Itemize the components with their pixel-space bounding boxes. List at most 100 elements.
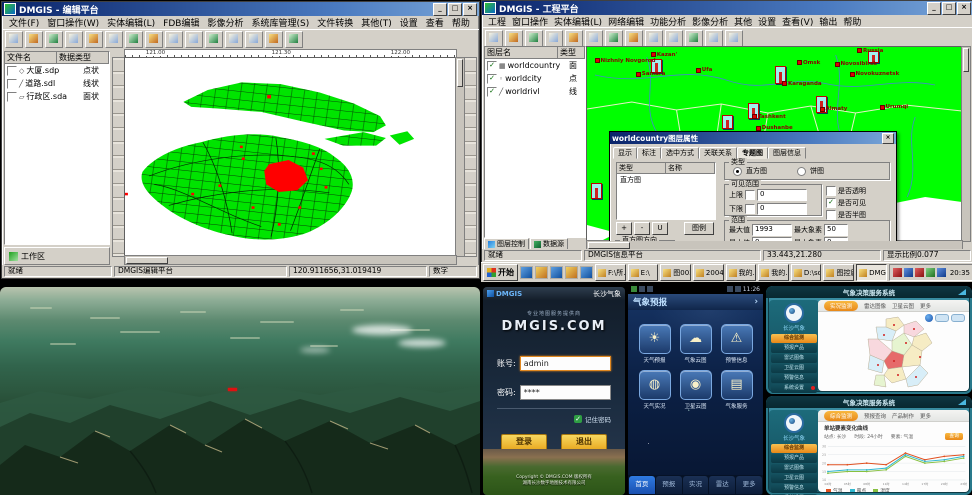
menu-item[interactable]: 帮助 bbox=[840, 15, 864, 27]
content-tab[interactable]: 更多 bbox=[920, 302, 931, 310]
paste-icon[interactable] bbox=[125, 31, 143, 48]
info-icon[interactable] bbox=[645, 30, 663, 47]
save-icon[interactable] bbox=[45, 31, 63, 48]
lower-checkbox[interactable] bbox=[745, 204, 755, 214]
sidebar-item[interactable]: 系统设置 bbox=[771, 384, 817, 393]
tab-layer-info[interactable]: 图层信息 bbox=[768, 147, 806, 159]
account-input[interactable]: admin bbox=[520, 356, 611, 371]
measure-icon[interactable] bbox=[665, 30, 683, 47]
menu-item[interactable]: 网络编辑 bbox=[605, 15, 647, 27]
right-tool-strip[interactable] bbox=[463, 57, 477, 257]
menu-item[interactable]: 文件转换 bbox=[313, 16, 357, 29]
nav-tab[interactable]: 预报 bbox=[656, 476, 682, 494]
close-icon[interactable]: × bbox=[463, 3, 477, 16]
content-tab[interactable]: 预报查询 bbox=[864, 412, 886, 420]
remember-checkbox[interactable]: ✓ bbox=[574, 415, 582, 423]
terrain-3d-view[interactable] bbox=[0, 287, 480, 495]
row-checkbox[interactable] bbox=[7, 66, 17, 76]
upper-checkbox[interactable] bbox=[745, 190, 755, 200]
flag-checkbox[interactable] bbox=[826, 186, 836, 196]
nav-tab[interactable]: 雷达 bbox=[709, 476, 735, 494]
task-button[interactable]: 图002... bbox=[660, 264, 691, 281]
new-icon[interactable] bbox=[5, 31, 23, 48]
task-button[interactable]: F:\所... bbox=[595, 264, 626, 281]
layer-checkbox[interactable] bbox=[487, 74, 497, 84]
task-button[interactable]: E:\ bbox=[628, 264, 659, 281]
radio-pie[interactable] bbox=[797, 167, 806, 176]
select-icon[interactable] bbox=[225, 31, 243, 48]
print-icon[interactable] bbox=[685, 30, 703, 47]
sidebar-item[interactable]: 预警信息 bbox=[771, 374, 817, 383]
col-layername[interactable]: 图层名 bbox=[485, 47, 558, 58]
table-row[interactable]: ╱ 道路.sdl 线状 bbox=[5, 77, 109, 90]
info-icon[interactable] bbox=[265, 31, 283, 48]
max-value-input[interactable]: 1993 bbox=[752, 224, 792, 236]
nav-tab[interactable]: 实况 bbox=[683, 476, 709, 494]
pan-icon[interactable] bbox=[565, 30, 583, 47]
col-datatype[interactable]: 数据类型 bbox=[57, 52, 109, 63]
close-icon[interactable]: × bbox=[957, 2, 971, 15]
close-icon[interactable]: × bbox=[882, 133, 894, 144]
antivirus-icon[interactable] bbox=[915, 268, 924, 277]
task-button[interactable]: DMGI... bbox=[856, 264, 887, 281]
menu-item[interactable]: 功能分析 bbox=[647, 15, 689, 27]
globe-icon[interactable] bbox=[705, 30, 723, 47]
menu-item[interactable]: 其他 bbox=[731, 15, 755, 27]
col-filename[interactable]: 文件名 bbox=[5, 52, 57, 63]
table-row[interactable]: ◇ 大厦.sdp 点状 bbox=[5, 64, 109, 77]
menu-item[interactable]: 文件(F) bbox=[5, 16, 43, 29]
flag-checkbox[interactable] bbox=[826, 198, 836, 208]
project-titlebar[interactable]: DMGIS - 工程平台 _ □ × bbox=[482, 1, 972, 15]
menu-item[interactable]: 其他(T) bbox=[357, 16, 396, 29]
lower-input[interactable]: 0 bbox=[757, 203, 807, 215]
cut-icon[interactable] bbox=[85, 31, 103, 48]
task-button[interactable]: D:\sd... bbox=[791, 264, 822, 281]
help-icon[interactable] bbox=[285, 31, 303, 48]
update-button[interactable]: U bbox=[652, 222, 668, 235]
province-map-svg[interactable] bbox=[846, 313, 942, 391]
sidebar-item[interactable]: 综合监测 bbox=[771, 334, 817, 343]
media-icon[interactable] bbox=[565, 266, 578, 279]
clock[interactable]: 20:35 bbox=[950, 269, 970, 277]
sidebar-item[interactable]: 雷达图像 bbox=[771, 464, 817, 473]
legend-button[interactable]: 图例 bbox=[684, 222, 714, 235]
sidebar-item[interactable]: 预报产品 bbox=[771, 454, 817, 463]
content-tab[interactable]: 综合监测 bbox=[824, 411, 858, 421]
start-button[interactable]: 开始 bbox=[483, 264, 518, 281]
task-button[interactable]: 2004... bbox=[693, 264, 724, 281]
full-extent-icon[interactable] bbox=[585, 30, 603, 47]
tab-display[interactable]: 显示 bbox=[613, 147, 637, 159]
refresh-icon[interactable] bbox=[605, 30, 623, 47]
nav-tab[interactable]: 更多 bbox=[736, 476, 762, 494]
app-tile[interactable]: ☀ 天气预报 bbox=[636, 324, 673, 364]
row-checkbox[interactable] bbox=[7, 79, 17, 89]
max-pixel-input[interactable]: 50 bbox=[824, 224, 848, 236]
menu-item[interactable]: 系统库管理(S) bbox=[247, 16, 313, 29]
layer-row[interactable]: ▦ worldcountry 面 bbox=[485, 59, 585, 72]
pan-icon[interactable] bbox=[185, 31, 203, 48]
input-icon[interactable] bbox=[926, 268, 935, 277]
minimize-icon[interactable]: _ bbox=[433, 3, 447, 16]
zoom-in-icon[interactable] bbox=[525, 30, 543, 47]
menu-item[interactable]: 输出 bbox=[816, 15, 840, 27]
world-map[interactable]: Nizhniy Novgorod Kazan' Samara U bbox=[586, 46, 963, 242]
map-vscrollbar[interactable] bbox=[961, 46, 971, 242]
menu-item[interactable]: FDB编辑 bbox=[159, 16, 203, 29]
add-button[interactable]: + bbox=[616, 222, 632, 235]
workspace-tab[interactable]: 工作区 bbox=[4, 247, 110, 265]
minimize-icon[interactable]: _ bbox=[927, 2, 941, 15]
map-vscrollbar[interactable] bbox=[455, 57, 465, 257]
layers-icon[interactable] bbox=[625, 30, 643, 47]
zoom-pill[interactable] bbox=[951, 314, 965, 322]
editor-titlebar[interactable]: DMGIS - 编辑平台 _ □ × bbox=[2, 2, 479, 16]
dialog-titlebar[interactable]: worldcountry图层属性 × bbox=[610, 132, 896, 144]
open-icon[interactable] bbox=[485, 30, 503, 47]
menu-item[interactable]: 影像分析 bbox=[689, 15, 731, 27]
volume-icon[interactable] bbox=[893, 268, 902, 277]
menu-item[interactable]: 查看(V) bbox=[779, 15, 816, 27]
full-extent-icon[interactable] bbox=[205, 31, 223, 48]
remove-button[interactable]: - bbox=[634, 222, 650, 235]
help-icon[interactable] bbox=[725, 30, 743, 47]
content-tab[interactable]: 产品制作 bbox=[892, 412, 914, 420]
tab-select-mode[interactable]: 选中方式 bbox=[661, 147, 699, 159]
